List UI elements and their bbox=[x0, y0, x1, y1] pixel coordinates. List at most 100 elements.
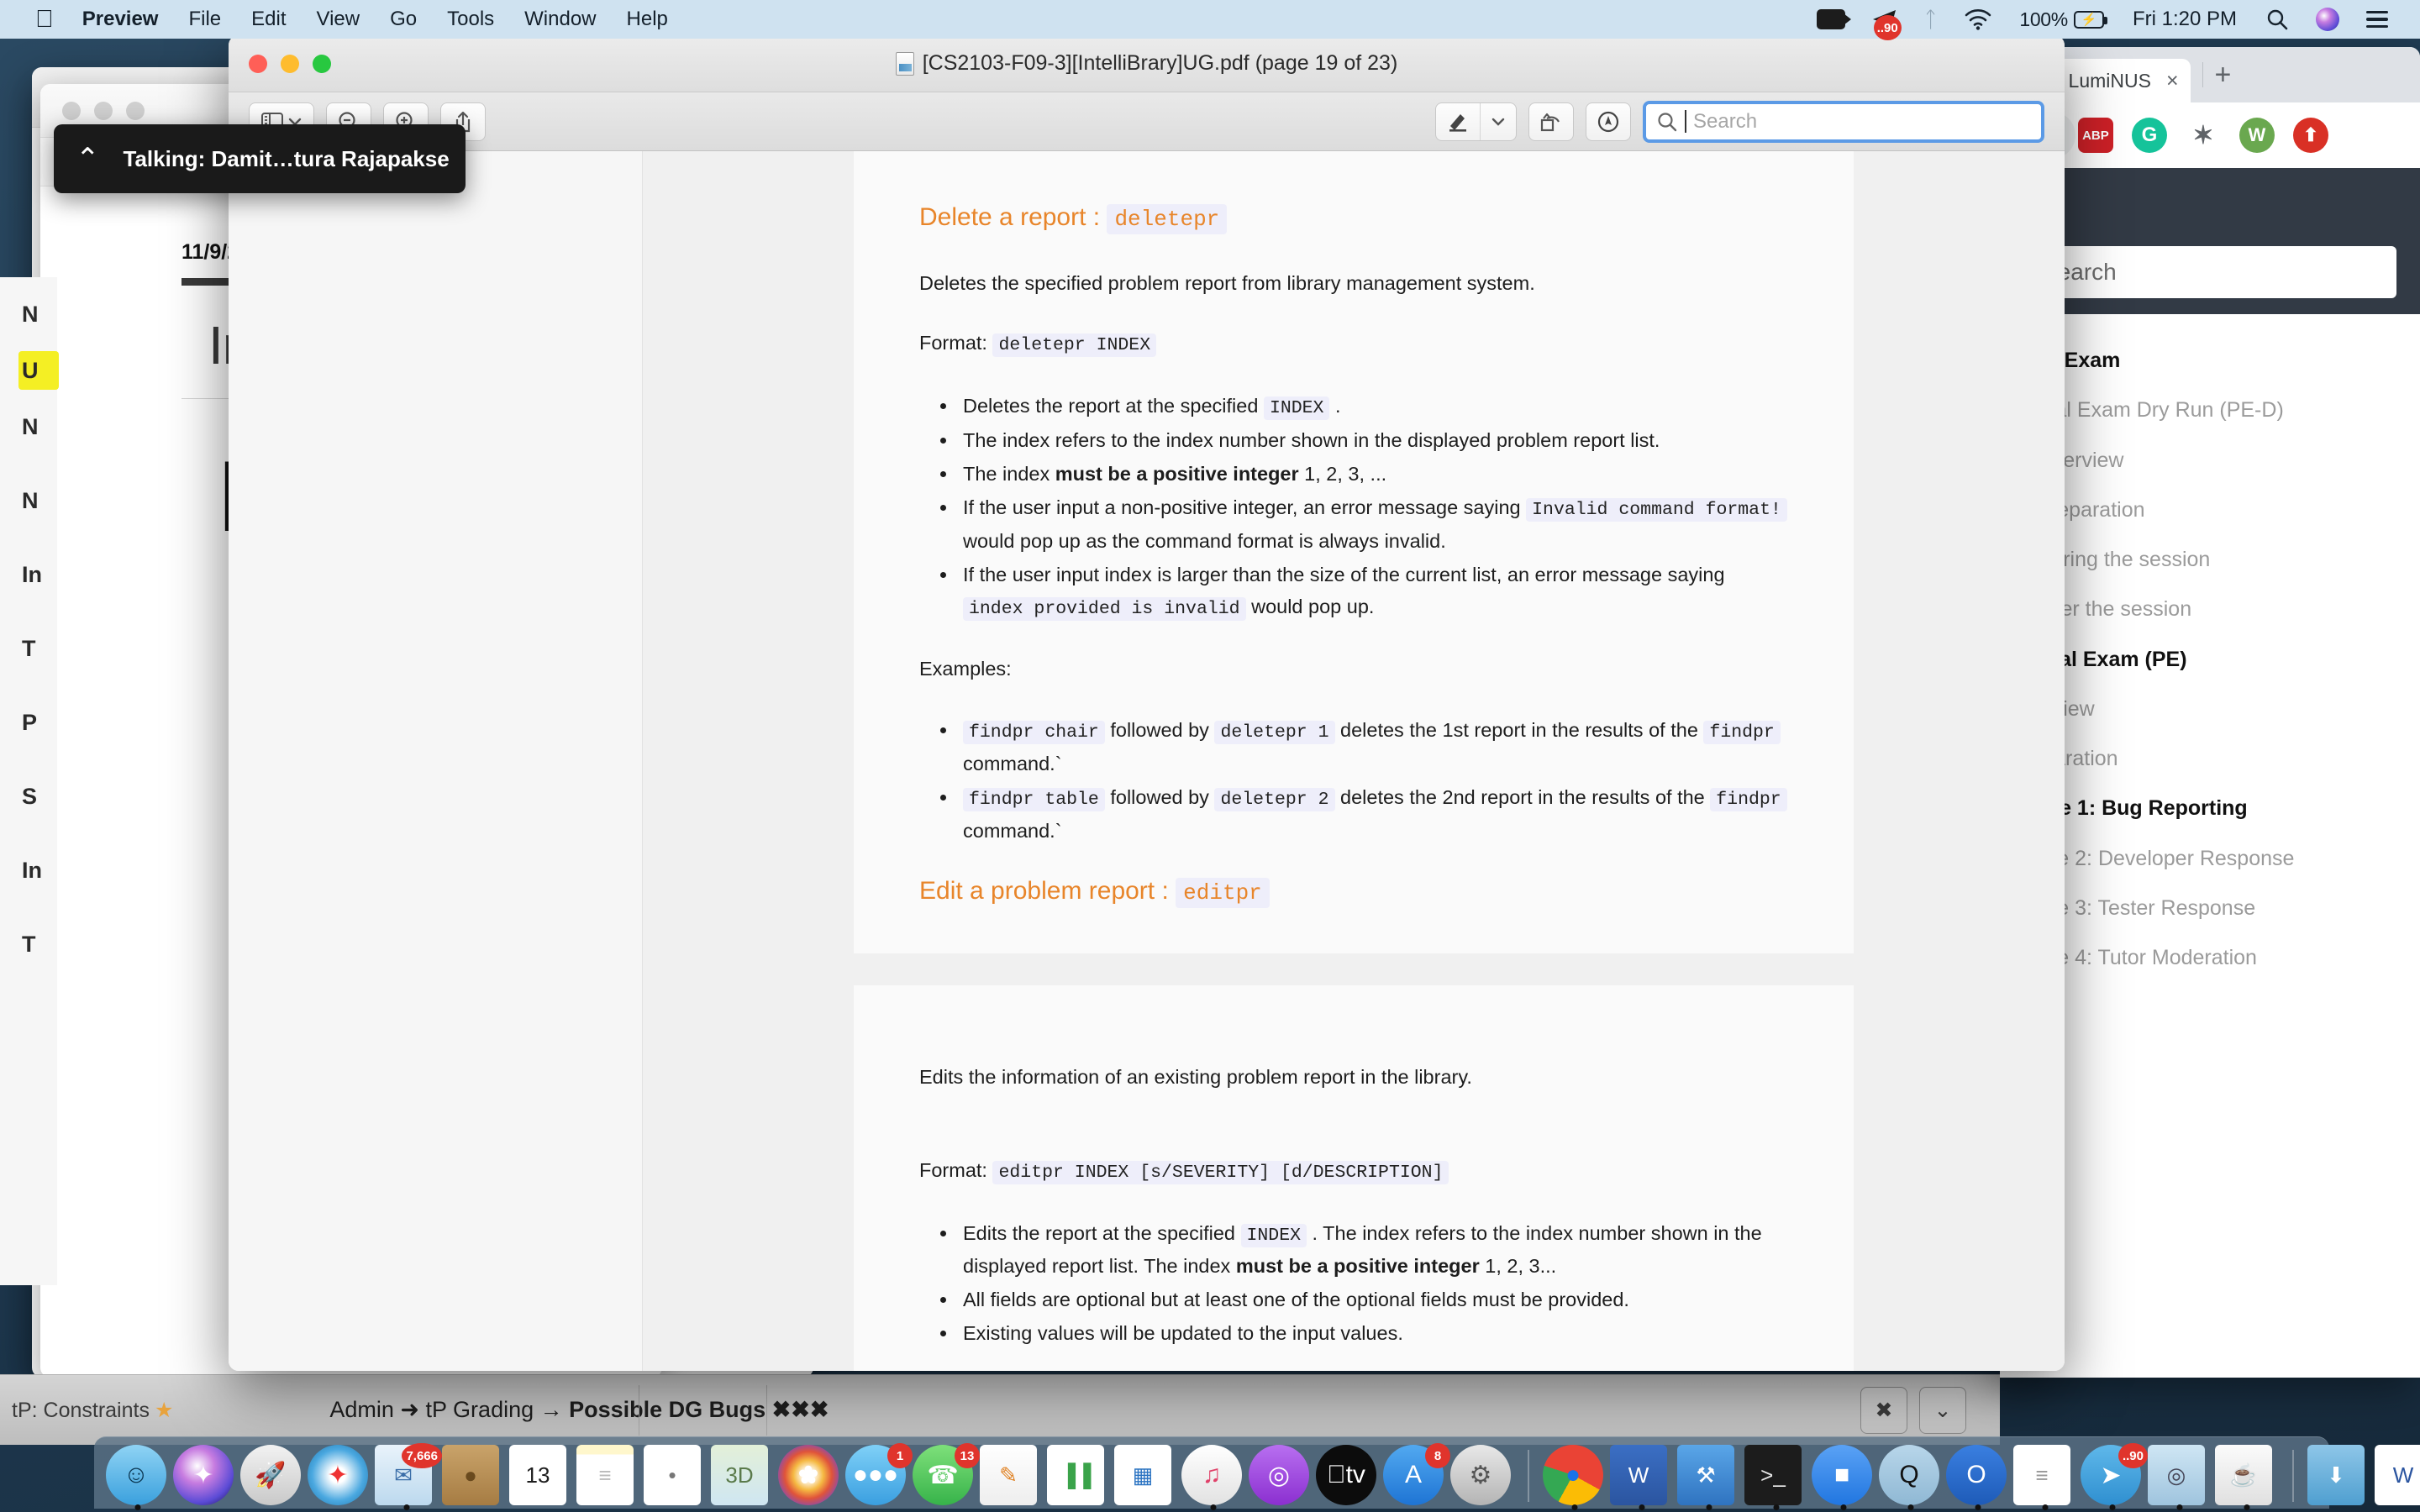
text-caret bbox=[1685, 110, 1686, 133]
status-chevron-button[interactable]: ⌄ bbox=[1919, 1387, 1966, 1434]
dock-item-textedit[interactable]: ≡ bbox=[2013, 1445, 2077, 1509]
extensions-puzzle-icon[interactable]: ✶ bbox=[2186, 118, 2221, 153]
wifi-icon[interactable] bbox=[1950, 8, 2006, 30]
itunes-icon: ♫ bbox=[1181, 1445, 1242, 1505]
outline-item-2[interactable]: N bbox=[0, 390, 57, 464]
dock-item-preview[interactable]: ◎ bbox=[2148, 1445, 2212, 1509]
dock-item-numbers[interactable]: ▐▐ bbox=[1047, 1445, 1111, 1509]
rotate-button[interactable] bbox=[1528, 102, 1574, 141]
preview-thumbnail-sidebar[interactable] bbox=[229, 151, 643, 1371]
siri-icon[interactable] bbox=[2302, 8, 2353, 31]
outline-item-0[interactable]: N bbox=[0, 277, 57, 351]
dock-item-telegram[interactable]: ➤..90 bbox=[2081, 1445, 2144, 1509]
menu-bar-status-items[interactable]: ..90 ᛏ 100% ⚡ Fri 1:20 PM bbox=[1803, 7, 2420, 33]
dock-item-apple-tv[interactable]: tv bbox=[1316, 1445, 1380, 1509]
pdf-search-field[interactable]: Search bbox=[1643, 101, 2044, 143]
outline-item-7[interactable]: S bbox=[0, 759, 57, 833]
annotate-button[interactable] bbox=[1586, 102, 1631, 141]
talking-notification[interactable]: ⌃ Talking: Damit…tura Rajapakse bbox=[54, 124, 466, 193]
preview-toolbar[interactable]: Search bbox=[229, 92, 2065, 151]
outline-item-8[interactable]: In bbox=[0, 833, 57, 907]
dock-item-system-preferences[interactable]: ⚙ bbox=[1450, 1445, 1514, 1509]
dock-item-app-store[interactable]: A8 bbox=[1383, 1445, 1447, 1509]
zoom-menu-icon[interactable] bbox=[1803, 9, 1859, 29]
markup-dropdown-button[interactable] bbox=[1480, 103, 1516, 140]
spotlight-search-icon[interactable] bbox=[2252, 8, 2302, 31]
dock-item-java[interactable]: ☕ bbox=[2215, 1445, 2279, 1509]
dock-item-downloads-folder[interactable]: ⬇ bbox=[2307, 1445, 2371, 1509]
dock-item-itunes[interactable]: ♫ bbox=[1181, 1445, 1245, 1509]
java-running-indicator bbox=[2244, 1504, 2250, 1510]
dock-item-zoom[interactable]: ■ bbox=[1812, 1445, 1876, 1509]
markup-button[interactable] bbox=[1436, 103, 1480, 140]
menu-item-go[interactable]: Go bbox=[375, 0, 432, 39]
pdf-page-scroll-area[interactable]: Delete a report : deletepr Deletes the s… bbox=[643, 151, 2065, 1371]
dock-item-mail[interactable]: ✉7,666 bbox=[375, 1445, 439, 1509]
dock-item-facetime[interactable]: ☎13 bbox=[913, 1445, 976, 1509]
dock-item-xcode[interactable]: ⚒ bbox=[1677, 1445, 1741, 1509]
menu-item-tools[interactable]: Tools bbox=[432, 0, 509, 39]
minimize-dot[interactable] bbox=[94, 102, 113, 120]
maximize-dot[interactable] bbox=[126, 102, 145, 120]
outline-item-6[interactable]: P bbox=[0, 685, 57, 759]
menu-item-help[interactable]: Help bbox=[612, 0, 683, 39]
dock-item-quicktime[interactable]: Q bbox=[1879, 1445, 1943, 1509]
dock-item-podcasts[interactable]: ◎ bbox=[1249, 1445, 1313, 1509]
dock-item-photos[interactable]: ✿ bbox=[778, 1445, 842, 1509]
menu-item-preview[interactable]: Preview bbox=[67, 0, 174, 39]
menu-bar-items[interactable]:  Preview File Edit View Go Tools Window… bbox=[0, 0, 683, 39]
macos-menu-bar[interactable]:  Preview File Edit View Go Tools Window… bbox=[0, 0, 2420, 39]
document-stack-icon: W bbox=[2375, 1445, 2420, 1505]
status-close-button[interactable]: ✖ bbox=[1860, 1387, 1907, 1434]
dock-item-finder[interactable]: ☺ bbox=[106, 1445, 170, 1509]
outline-item-3[interactable]: N bbox=[0, 464, 57, 538]
new-tab-icon[interactable]: + bbox=[2215, 60, 2232, 89]
dock-item-opera[interactable]: O bbox=[1946, 1445, 2010, 1509]
dock-item-chrome[interactable]: ● bbox=[1543, 1445, 1607, 1509]
dock-item-launchpad[interactable]: 🚀 bbox=[240, 1445, 304, 1509]
menu-item-edit[interactable]: Edit bbox=[236, 0, 301, 39]
menu-item-window[interactable]: Window bbox=[509, 0, 611, 39]
control-center-icon[interactable] bbox=[2353, 11, 2402, 29]
macos-dock[interactable]: ☺✦🚀✦✉7,666●13≡•3D✿●●●1☎13✎▐▐▦♫◎tvA8⚙●W⚒… bbox=[94, 1436, 2329, 1509]
dock-item-word[interactable]: W bbox=[1610, 1445, 1674, 1509]
dock-item-keynote[interactable]: ▦ bbox=[1114, 1445, 1178, 1509]
dock-item-terminal[interactable]: >_ bbox=[1744, 1445, 1808, 1509]
dock-item-pages[interactable]: ✎ bbox=[980, 1445, 1044, 1509]
apple-logo-icon[interactable]:  bbox=[22, 3, 67, 36]
close-dot[interactable] bbox=[62, 102, 81, 120]
bluetooth-icon[interactable]: ᛏ bbox=[1911, 7, 1951, 33]
downloads-folder-icon: ⬇ bbox=[2307, 1445, 2365, 1505]
markup-tool-group[interactable] bbox=[1435, 102, 1517, 141]
dock-item-calendar[interactable]: 13 bbox=[509, 1445, 573, 1509]
bottom-status-bar[interactable]: tP: Constraints★ Admin ➜ tP Grading → Po… bbox=[0, 1374, 2000, 1445]
chevron-up-icon[interactable]: ⌃ bbox=[76, 144, 100, 173]
menu-bar-clock[interactable]: Fri 1:20 PM bbox=[2118, 8, 2252, 31]
preview-pdf-window[interactable]: [CS2103-F09-3][IntelliBrary]UG.pdf (page… bbox=[229, 35, 2065, 1371]
close-tab-icon[interactable]: × bbox=[2166, 69, 2179, 93]
grammarly-icon[interactable]: G bbox=[2132, 118, 2167, 153]
menu-item-file[interactable]: File bbox=[173, 0, 236, 39]
dock-item-maps[interactable]: 3D bbox=[711, 1445, 775, 1509]
battery-status[interactable]: 100% ⚡ bbox=[2006, 8, 2118, 31]
luminus-search-input[interactable]: Search bbox=[2023, 246, 2396, 298]
dock-item-safari[interactable]: ✦ bbox=[308, 1445, 371, 1509]
status-buttons[interactable]: ✖ ⌄ bbox=[1860, 1387, 2000, 1434]
status-left-label: tP: Constraints★ bbox=[0, 1398, 173, 1423]
outline-item-5[interactable]: T bbox=[0, 612, 57, 685]
adblock-plus-icon[interactable]: ABP bbox=[2078, 118, 2113, 153]
menu-item-view[interactable]: View bbox=[302, 0, 376, 39]
dock-item-siri[interactable]: ✦ bbox=[173, 1445, 237, 1509]
annotate-pen-circle-icon bbox=[1597, 110, 1620, 134]
dock-item-reminders[interactable]: • bbox=[644, 1445, 708, 1509]
outline-item-1[interactable]: U bbox=[18, 351, 59, 390]
dock-item-messages[interactable]: ●●●1 bbox=[845, 1445, 909, 1509]
dock-item-notes[interactable]: ≡ bbox=[576, 1445, 640, 1509]
upload-arrow-icon[interactable]: ⬆ bbox=[2293, 118, 2328, 153]
dock-item-contacts[interactable]: ● bbox=[442, 1445, 506, 1509]
dock-item-document-stack[interactable]: W bbox=[2375, 1445, 2420, 1509]
outline-item-4[interactable]: In bbox=[0, 538, 57, 612]
outline-item-9[interactable]: T bbox=[0, 907, 57, 981]
wikiwand-icon[interactable]: W bbox=[2239, 118, 2275, 153]
telegram-menu-icon[interactable]: ..90 bbox=[1859, 8, 1911, 30]
